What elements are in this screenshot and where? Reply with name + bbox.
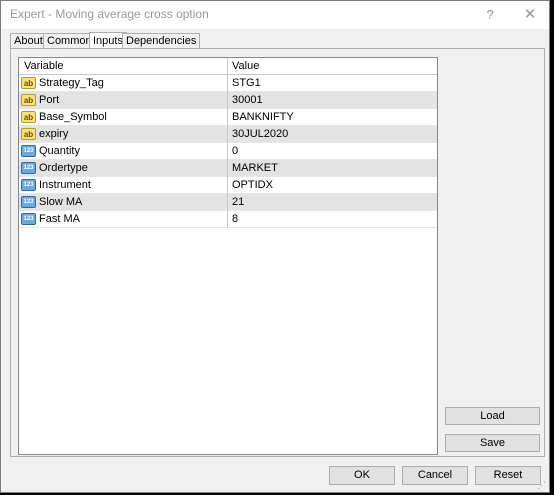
value-cell[interactable]: 30JUL2020 [228, 126, 437, 143]
variable-cell: 123 Ordertype [19, 160, 228, 177]
value-text: 30001 [232, 94, 263, 106]
value-text: MARKET [232, 162, 278, 174]
column-header-variable[interactable]: Variable [19, 58, 228, 75]
variable-cell: 123 Slow MA [19, 194, 228, 211]
variable-cell: ab Base_Symbol [19, 109, 228, 126]
variable-name: Port [39, 94, 60, 106]
variable-cell: 123 Fast MA [19, 211, 228, 228]
tab-about[interactable]: About [10, 33, 47, 48]
value-cell[interactable]: OPTIDX [228, 177, 437, 194]
value-cell[interactable]: STG1 [228, 75, 437, 92]
value-text: 30JUL2020 [232, 128, 289, 140]
string-type-icon: ab [21, 94, 36, 106]
table-row[interactable]: ab Port 30001 [19, 92, 437, 109]
value-text: 0 [232, 145, 239, 157]
table-row[interactable]: 123 Ordertype MARKET [19, 160, 437, 177]
cancel-button[interactable]: Cancel [402, 466, 468, 485]
ok-button[interactable]: OK [329, 466, 395, 485]
table-row[interactable]: ab Strategy_Tag STG1 [19, 75, 437, 92]
value-cell[interactable]: 30001 [228, 92, 437, 109]
inputs-panel: Variable Value ab Strategy_Tag STG1 ab P… [10, 48, 545, 457]
help-button[interactable]: ? [479, 4, 501, 26]
number-type-icon: 123 [21, 162, 36, 174]
value-cell[interactable]: MARKET [228, 160, 437, 177]
value-text: 21 [232, 196, 245, 208]
variable-cell: ab Port [19, 92, 228, 109]
value-text: OPTIDX [232, 179, 273, 191]
tab-dependencies[interactable]: Dependencies [122, 33, 201, 48]
variable-name: Fast MA [39, 213, 80, 225]
close-icon[interactable]: ✕ [519, 4, 541, 26]
table-row[interactable]: 123 Quantity 0 [19, 143, 437, 160]
reset-button[interactable]: Reset [475, 466, 541, 485]
table-row[interactable]: 123 Slow MA 21 [19, 194, 437, 211]
value-text: STG1 [232, 77, 261, 89]
variable-name: Strategy_Tag [39, 77, 104, 89]
inputs-grid[interactable]: Variable Value ab Strategy_Tag STG1 ab P… [18, 57, 438, 455]
value-cell[interactable]: 0 [228, 143, 437, 160]
load-button[interactable]: Load [445, 407, 540, 425]
dialog-window: Expert - Moving average cross option ? ✕… [0, 0, 550, 493]
number-type-icon: 123 [21, 145, 36, 157]
value-cell[interactable]: 8 [228, 211, 437, 228]
window-title: Expert - Moving average cross option [10, 7, 209, 21]
variable-name: expiry [39, 128, 69, 140]
grid-header: Variable Value [19, 58, 437, 75]
table-row[interactable]: 123 Instrument OPTIDX [19, 177, 437, 194]
variable-cell: 123 Instrument [19, 177, 228, 194]
value-text: 8 [232, 213, 239, 225]
variable-name: Ordertype [39, 162, 88, 174]
number-type-icon: 123 [21, 196, 36, 208]
variable-name: Quantity [39, 145, 80, 157]
save-button[interactable]: Save [445, 434, 540, 452]
number-type-icon: 123 [21, 213, 36, 225]
variable-cell: 123 Quantity [19, 143, 228, 160]
resize-grip-icon[interactable]: ⋰ [537, 480, 547, 490]
column-header-value[interactable]: Value [228, 58, 437, 75]
table-row[interactable]: ab Base_Symbol BANKNIFTY [19, 109, 437, 126]
variable-cell: ab Strategy_Tag [19, 75, 228, 92]
tab-common[interactable]: Common [43, 33, 96, 48]
table-row[interactable]: ab expiry 30JUL2020 [19, 126, 437, 143]
variable-name: Base_Symbol [39, 111, 107, 123]
title-bar: Expert - Moving average cross option ? ✕ [1, 1, 549, 29]
string-type-icon: ab [21, 77, 36, 89]
variable-name: Instrument [39, 179, 91, 191]
variable-name: Slow MA [39, 196, 83, 208]
table-row[interactable]: 123 Fast MA 8 [19, 211, 437, 228]
variable-cell: ab expiry [19, 126, 228, 143]
string-type-icon: ab [21, 128, 36, 140]
value-cell[interactable]: BANKNIFTY [228, 109, 437, 126]
number-type-icon: 123 [21, 179, 36, 191]
string-type-icon: ab [21, 111, 36, 123]
value-cell[interactable]: 21 [228, 194, 437, 211]
value-text: BANKNIFTY [232, 111, 294, 123]
